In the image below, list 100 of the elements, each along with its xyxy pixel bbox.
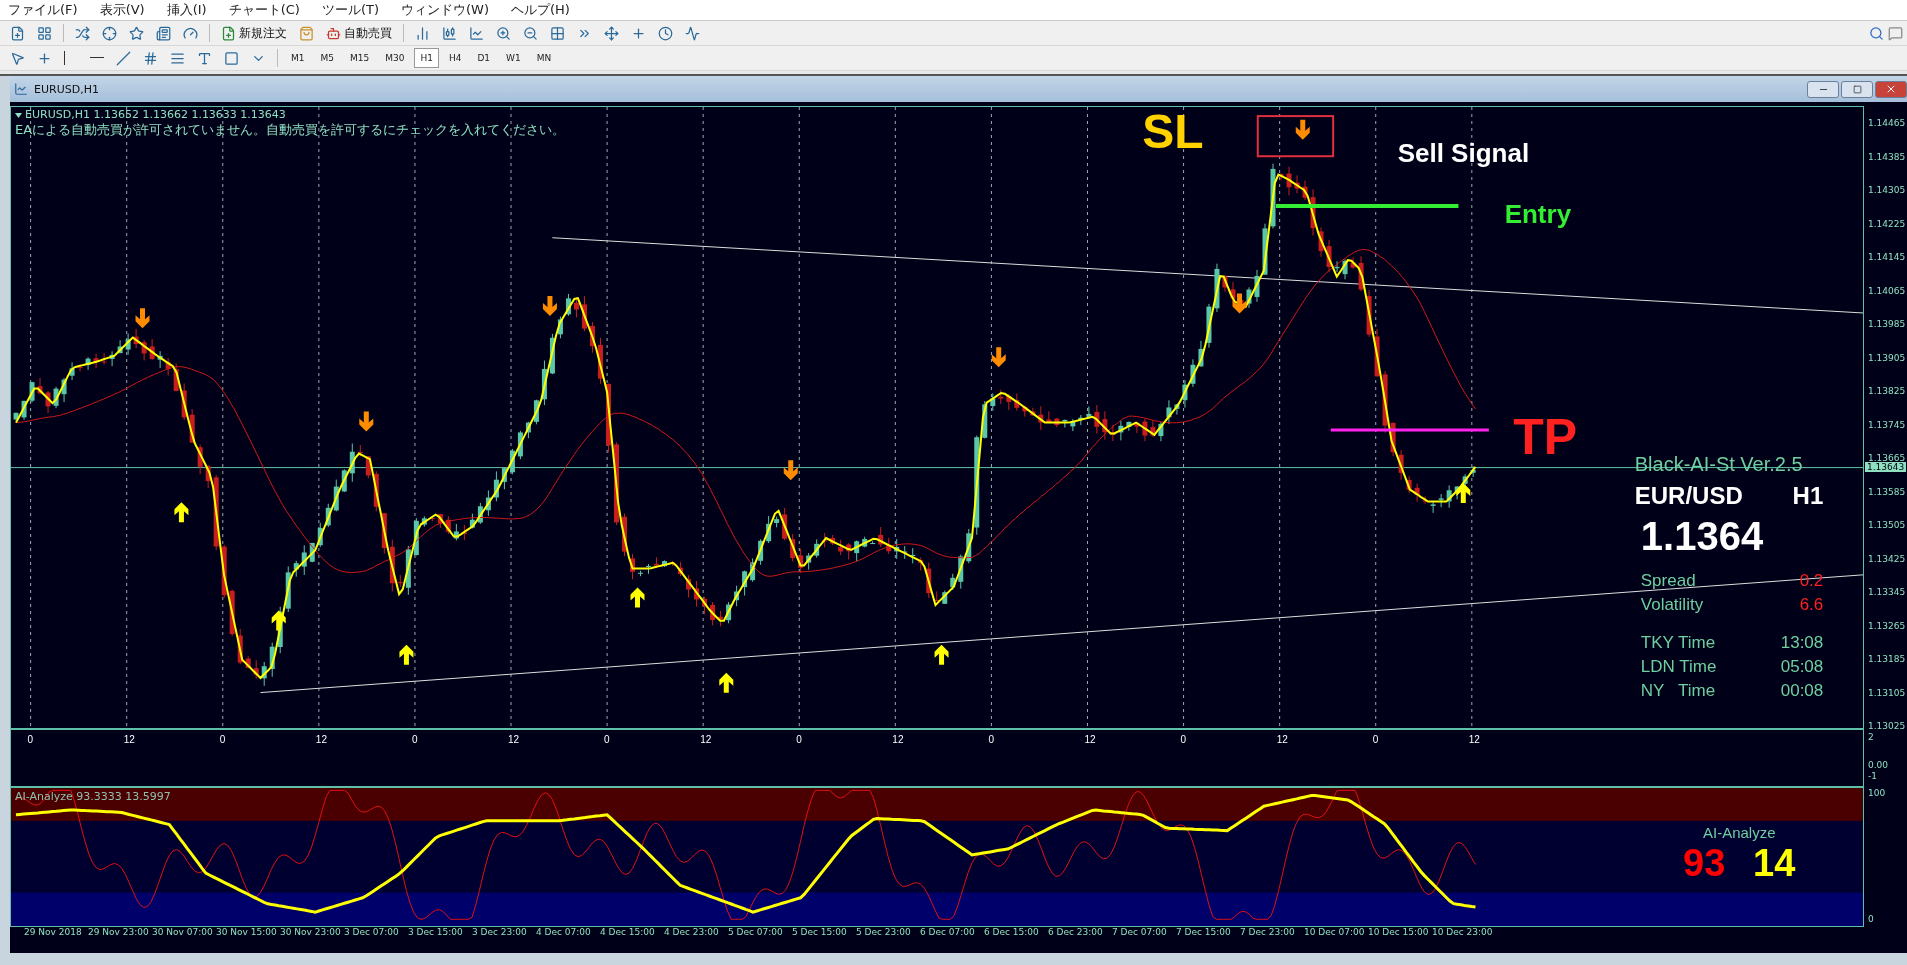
price-tick: 1.13665 (1868, 453, 1906, 463)
timeframe-label: H1 (1792, 482, 1824, 510)
price-tick: 1.13025 (1868, 721, 1906, 731)
horizontal-line-icon (90, 57, 104, 59)
timeframe-button[interactable]: D1 (471, 48, 497, 68)
timeframe-button[interactable]: H4 (442, 48, 468, 68)
window-title: EURUSD,H1 (34, 82, 99, 96)
price-tick: 1.14465 (1868, 118, 1906, 128)
price-tick: 1.13345 (1868, 587, 1906, 597)
timeframe-button[interactable]: M1 (285, 48, 311, 68)
axis-tick: 2 (1868, 732, 1874, 742)
price-tick: 1.14305 (1868, 185, 1906, 195)
trendline-icon (116, 50, 131, 66)
hour-label: 0 (1372, 735, 1379, 745)
axis-tick: 100 (1868, 788, 1886, 798)
menu-item[interactable]: チャート(C) (228, 1, 300, 19)
up-arrow-icon (630, 587, 645, 608)
timeframe-button[interactable]: MN (530, 48, 558, 68)
chart-header: EURUSD,H1 1.13652 1.13662 1.13633 1.13643 (25, 108, 286, 121)
new-order-button[interactable]: 新規注文 (217, 22, 291, 44)
timeframe-button[interactable]: M30 (379, 48, 411, 68)
close-button[interactable] (1875, 80, 1907, 98)
time-label: 29 Nov 23:00 (88, 927, 150, 939)
up-arrow-icon (934, 644, 949, 665)
time-label: 10 Dec 07:00 (1304, 927, 1366, 939)
session-time: 13:08 (1780, 633, 1824, 653)
menu-item[interactable]: 挿入(I) (166, 1, 207, 19)
time-label: 4 Dec 23:00 (664, 927, 720, 939)
time-label: 29 Nov 2018 (24, 927, 83, 939)
session-label: NY Time (1640, 681, 1716, 701)
hour-label: 0 (604, 735, 610, 745)
menu-item[interactable]: 表示(V) (99, 1, 145, 19)
minimize-button[interactable] (1807, 80, 1839, 98)
price-tick: 1.13265 (1868, 620, 1906, 631)
time-label: 5 Dec 23:00 (856, 927, 912, 939)
session-time: 00:08 (1780, 681, 1824, 701)
timeframe-button[interactable]: H1 (414, 48, 439, 68)
down-arrow-icon (783, 460, 798, 481)
time-label: 10 Dec 15:00 (1368, 927, 1430, 939)
time-label: 5 Dec 15:00 (792, 927, 848, 939)
stat-label: Spread (1640, 571, 1696, 591)
hour-label: 12 (508, 735, 520, 745)
hour-label: 0 (219, 735, 226, 745)
channel-icon (143, 50, 158, 66)
time-label: 6 Dec 23:00 (1048, 927, 1104, 939)
timeframe-button[interactable]: M5 (314, 48, 340, 68)
fibonacci-icon (170, 50, 185, 66)
analyze-title: AI-Analyze (1703, 825, 1776, 840)
plus-icon (631, 25, 646, 41)
hour-label: 12 (700, 735, 712, 745)
shuffle-icon (75, 25, 90, 41)
hour-label: 12 (1468, 735, 1480, 745)
timeframe-button[interactable]: W1 (500, 48, 527, 68)
time-label: 5 Dec 07:00 (728, 927, 784, 939)
bar-chart-icon (415, 25, 430, 41)
restore-button[interactable] (1841, 80, 1873, 98)
current-price-tag: 1.13643 (1865, 461, 1907, 472)
menu-item[interactable]: ヘルプ(H) (511, 1, 570, 19)
bag-icon (299, 25, 314, 41)
down-arrow-icon (359, 411, 374, 432)
close-icon (1885, 83, 1897, 95)
text-icon (197, 50, 212, 66)
cursor-icon (10, 50, 25, 66)
menu-item[interactable]: ファイル(F) (8, 1, 78, 19)
line-chart-icon (469, 25, 484, 41)
crosshair-icon (102, 25, 117, 41)
candlestick-icon (442, 25, 457, 41)
price-readout: 1.1364 (1640, 514, 1765, 559)
stop-loss-label: SL (1142, 107, 1204, 156)
price-tick: 1.14145 (1868, 252, 1906, 262)
sell-signal-label: Sell Signal (1397, 140, 1530, 167)
hour-label: 0 (27, 735, 34, 745)
search-icon (1869, 25, 1884, 41)
collapse-triangle-icon[interactable] (15, 113, 22, 118)
autotrade-button[interactable]: 自動売買 (322, 22, 396, 44)
hour-label: 12 (123, 735, 135, 745)
newspaper-icon (156, 25, 171, 41)
hour-label: 12 (1084, 735, 1096, 745)
hour-label: 12 (892, 735, 904, 745)
time-label: 7 Dec 07:00 (1112, 927, 1168, 939)
up-arrow-icon (271, 610, 286, 631)
down-arrow-icon (135, 308, 150, 329)
zoom-in-icon (496, 25, 511, 41)
entry-label: Entry (1504, 201, 1572, 228)
gauge-icon (183, 25, 198, 41)
take-profit-label: TP (1513, 411, 1578, 462)
price-tick: 1.13585 (1868, 486, 1906, 497)
price-tick: 1.13105 (1868, 687, 1906, 698)
axis-tick: 0.00 (1868, 760, 1889, 770)
restore-icon (1852, 84, 1862, 94)
menu-item[interactable]: ツール(T) (321, 1, 379, 19)
price-tick: 1.13505 (1868, 520, 1906, 530)
up-arrow-icon (174, 502, 189, 523)
timeframe-button[interactable]: M15 (344, 48, 376, 68)
menu-item[interactable]: ウィンドウ(W) (401, 1, 489, 19)
price-tick: 1.13185 (1868, 654, 1906, 664)
hour-label: 0 (796, 735, 802, 745)
zoom-out-icon (523, 25, 538, 41)
time-label: 7 Dec 23:00 (1240, 927, 1296, 939)
time-label: 30 Nov 15:00 (216, 927, 278, 939)
